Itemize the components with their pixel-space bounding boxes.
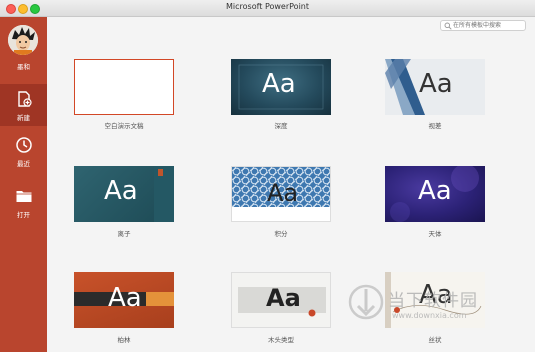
new-document-icon	[18, 91, 32, 107]
template-sample-text: Aa	[108, 283, 142, 313]
template-label: 柏林	[117, 336, 131, 344]
sidebar-item-label: 新建	[17, 114, 30, 122]
template-label: 视差	[428, 122, 442, 130]
sidebar-item-label: 最近	[17, 160, 30, 168]
template-label: 积分	[274, 230, 288, 238]
sidebar: 墨和 新建 最近 打开	[0, 17, 47, 352]
template-search[interactable]	[440, 20, 526, 31]
template-blank[interactable]	[74, 59, 174, 115]
template-sample-text: Aa	[104, 176, 138, 206]
template-label: 深度	[274, 122, 288, 130]
template-depth[interactable]: Aa	[231, 59, 331, 115]
window-title: Microsoft PowerPoint	[226, 2, 309, 11]
sidebar-item-new[interactable]: 新建	[0, 84, 47, 126]
user-name: 墨和	[17, 63, 30, 71]
template-sample-text: Aa	[267, 179, 299, 207]
avatar-image	[8, 25, 38, 55]
sidebar-item-label: 打开	[17, 211, 30, 219]
template-parallax[interactable]: Aa	[385, 59, 485, 115]
watermark-logo	[348, 284, 384, 320]
sidebar-item-recent[interactable]: 最近	[0, 130, 47, 172]
template-ion[interactable]: Aa	[74, 166, 174, 222]
sidebar-item-open[interactable]: 打开	[0, 181, 47, 223]
folder-icon	[16, 191, 32, 202]
template-label: 木头类型	[268, 336, 294, 344]
search-icon	[444, 22, 452, 30]
watermark-name: 当下软件园	[388, 291, 478, 311]
template-celestial[interactable]: Aa	[385, 166, 485, 222]
template-sample-text: Aa	[262, 69, 296, 99]
template-integral[interactable]: Aa	[231, 166, 331, 222]
watermark-url: www.downxia.com	[392, 311, 467, 320]
template-label: 离子	[117, 230, 131, 238]
template-wood-type[interactable]: Aa	[231, 272, 331, 328]
clock-icon	[16, 137, 32, 153]
avatar[interactable]	[8, 25, 38, 55]
search-input[interactable]	[453, 21, 523, 30]
template-label: 丝状	[428, 336, 442, 344]
template-label: 空白演示文稿	[104, 122, 144, 130]
title-bar: Microsoft PowerPoint	[0, 0, 535, 17]
template-berlin[interactable]: Aa	[74, 272, 174, 328]
template-sample-text: Aa	[266, 284, 301, 312]
template-sample-text: Aa	[419, 69, 453, 99]
template-label: 天体	[428, 230, 442, 238]
template-sample-text: Aa	[418, 176, 452, 206]
